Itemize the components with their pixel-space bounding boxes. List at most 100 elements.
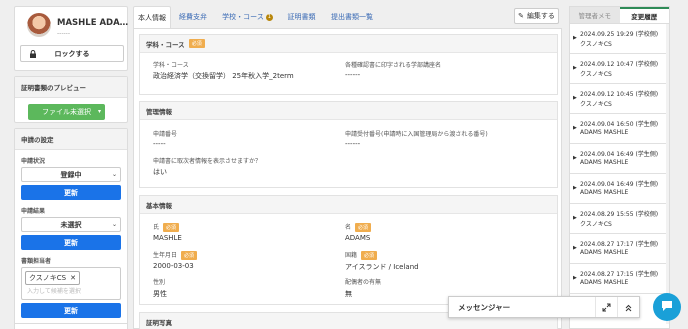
tab-expenses[interactable]: 経費支弁 (171, 6, 215, 28)
history-user: クスノキCS (580, 101, 612, 108)
result-select[interactable]: 未選択 ⌄ (21, 217, 121, 232)
history-item[interactable]: ▶ 2024.08.29 15:55 (学校側) クスノキCS (570, 204, 669, 234)
school-block: 学科・コース 必須 学科・コース 政治経済学（交換留学） 25年秋入学_2ter… (139, 34, 558, 95)
caret-right-icon: ▶ (573, 215, 577, 221)
birth-label: 生年月日 必須 (153, 250, 198, 260)
assignee-placeholder: 入力して候補を選択 (27, 288, 81, 295)
app-no-label: 申請番号 (153, 131, 178, 138)
status-update-button[interactable]: 更新 (21, 185, 121, 200)
chevron-down-icon: ⌄ (111, 171, 117, 178)
messenger-bar[interactable]: メッセンジャー (448, 296, 640, 318)
settings-title: 申請の設定 (15, 129, 127, 150)
tab-admin-memo[interactable]: 管理者メモ (570, 7, 620, 23)
caret-down-icon: ▾ (97, 108, 101, 115)
caret-right-icon: ▶ (573, 185, 577, 191)
status-select[interactable]: 登録中 ⌄ (21, 167, 121, 182)
remove-tag-icon[interactable]: ✕ (70, 274, 76, 282)
next-card-peek (14, 323, 128, 329)
chevron-up-icon[interactable] (617, 297, 639, 317)
assignee-tag-label: クスノキCS (29, 274, 67, 282)
history-item[interactable]: ▶ 2024.09.04 16:50 (学生側) ADAMS MASHLE (570, 114, 669, 144)
history-user: ADAMS MASHLE (580, 279, 629, 286)
management-block-header: 管理情報 (140, 102, 557, 120)
school-block-title: 学科・コース (146, 40, 185, 49)
result-value: 未選択 (60, 220, 82, 229)
receipt-value: ------ (345, 140, 361, 148)
doc-name-label: 各種確認書に印字される学部講座名 (345, 62, 442, 69)
history-timestamp: 2024.08.29 15:55 (学校側) (580, 211, 659, 218)
history-item[interactable]: ▶ 2024.08.27 17:17 (学生側) ADAMS MASHLE (570, 234, 669, 264)
tab-change-history[interactable]: 変更履歴 (619, 7, 669, 23)
history-item[interactable]: ▶ 2024.08.27 17:15 (学生側) ADAMS MASHLE (570, 264, 669, 294)
assignee-input[interactable]: クスノキCS ✕ 入力して候補を選択 (21, 267, 121, 300)
history-user: ADAMS MASHLE (580, 129, 629, 136)
assignee-update-button[interactable]: 更新 (21, 303, 121, 318)
history-item[interactable]: ▶ 2024.09.04 16:49 (学生側) ADAMS MASHLE (570, 144, 669, 174)
history-timestamp: 2024.08.27 17:15 (学生側) (580, 271, 659, 278)
chat-bubble-icon (660, 299, 674, 315)
nationality-value: アイスランド / Iceland (345, 263, 419, 271)
history-timestamp: 2024.09.12 10:45 (学校側) (580, 91, 659, 98)
tab-school-course[interactable]: 学校・コース 1 (215, 6, 280, 28)
caret-right-icon: ▶ (573, 95, 577, 101)
required-badge: 必須 (361, 251, 378, 260)
history-user: ADAMS MASHLE (580, 189, 629, 196)
pencil-icon: ✎ (518, 12, 524, 20)
course-value: 政治経済学（交換留学） 25年秋入学_2term (153, 72, 294, 80)
scrollbar[interactable] (666, 24, 669, 324)
lock-button[interactable]: ロックする (20, 45, 124, 62)
edit-button[interactable]: ✎ 編集する (514, 8, 559, 24)
profile-card: MASHLE ADA… ------ ロックする (14, 6, 128, 71)
birth-value: 2000-03-03 (153, 262, 194, 270)
preview-title: 証明書類のプレビュー (15, 77, 127, 98)
caret-right-icon: ▶ (573, 65, 577, 71)
file-select-label: ファイル未選択 (42, 108, 91, 116)
lock-icon (29, 49, 37, 58)
chevron-down-icon: ⌄ (111, 221, 117, 228)
tab-certificates[interactable]: 証明書類 (280, 6, 323, 28)
lock-button-label: ロックする (54, 49, 90, 58)
history-user: クスノキCS (580, 41, 612, 48)
tab-badge: 1 (265, 13, 273, 21)
caret-right-icon: ▶ (573, 245, 577, 251)
left-panel: MASHLE ADA… ------ ロックする 証明書類のプレビュー ファイル… (14, 6, 128, 329)
history-item[interactable]: ▶ 2024.09.25 19:29 (学校側) クスノキCS (570, 24, 669, 54)
messenger-title: メッセンジャー (458, 302, 511, 312)
spouse-label: 配偶者の有無 (345, 279, 382, 286)
last-name-value: MASHLE (153, 234, 182, 242)
history-panel: 管理者メモ 変更履歴 ▶ 2024.09.25 19:29 (学校側) クスノキCS… (569, 6, 670, 329)
result-update-button[interactable]: 更新 (21, 235, 121, 250)
history-timestamp: 2024.08.27 17:17 (学生側) (580, 241, 659, 248)
tab-submitted-docs[interactable]: 提出書類一覧 (323, 6, 381, 28)
photo-block-title: 証明写真 (146, 318, 172, 327)
cancel-label: 申請書に取次者情報を表示させますか？ (153, 158, 262, 165)
management-block: 管理情報 申請番号 ----- 申請受付番号(申請時に入国管理局から渡される番号… (139, 101, 558, 188)
school-block-header: 学科・コース 必須 (140, 35, 557, 53)
content-panel: 学科・コース 必須 学科・コース 政治経済学（交換留学） 25年秋入学_2ter… (133, 28, 562, 329)
preview-card: 証明書類のプレビュー ファイル未選択 ▾ (14, 76, 128, 123)
tab-personal[interactable]: 本人情報 (133, 6, 171, 28)
tab-school-course-label: 学校・コース (222, 13, 264, 21)
history-item[interactable]: ▶ 2024.09.04 16:49 (学生側) ADAMS MASHLE (570, 174, 669, 204)
caret-right-icon: ▶ (573, 275, 577, 281)
avatar (27, 13, 51, 37)
history-item[interactable]: ▶ 2024.09.12 10:47 (学校側) クスノキCS (570, 54, 669, 84)
management-block-title: 管理情報 (146, 107, 172, 116)
basic-block-title: 基本情報 (146, 201, 172, 210)
chat-button[interactable] (653, 293, 681, 321)
expand-icon[interactable] (595, 297, 617, 317)
app-no-value: ----- (153, 140, 166, 148)
history-user: クスノキCS (580, 221, 612, 228)
sex-label: 性別 (153, 279, 166, 286)
profile-sub: ------ (57, 30, 70, 37)
course-label: 学科・コース (153, 62, 189, 69)
history-timestamp: 2024.09.04 16:50 (学生側) (580, 121, 659, 128)
first-name-label: 名必須 (345, 222, 372, 232)
file-select-button[interactable]: ファイル未選択 ▾ (28, 104, 105, 120)
assignee-label: 書類担当者 (21, 258, 52, 265)
sex-value: 男性 (153, 290, 167, 298)
history-timestamp: 2024.09.04 16:49 (学生側) (580, 181, 659, 188)
nationality-label: 国籍 必須 (345, 250, 378, 260)
status-label: 申請状況 (21, 158, 46, 165)
history-item[interactable]: ▶ 2024.09.12 10:45 (学校側) クスノキCS (570, 84, 669, 114)
